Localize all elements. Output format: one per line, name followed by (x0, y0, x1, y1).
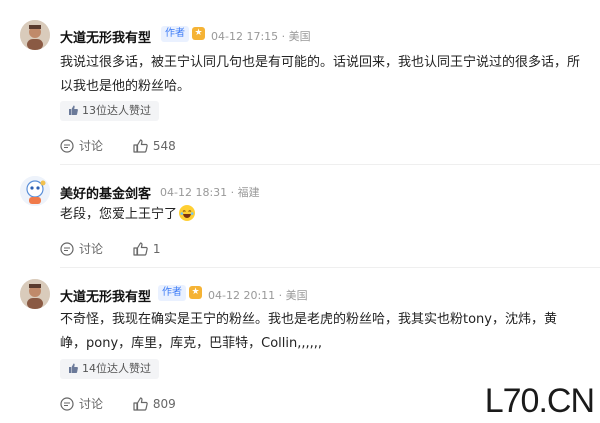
like-button[interactable]: 1 (133, 241, 161, 256)
meta-separator: · (230, 186, 238, 199)
comment-bubble-icon (60, 241, 74, 256)
like-count: 548 (152, 138, 176, 153)
avatar[interactable] (20, 279, 50, 309)
thumbs-up-icon (133, 138, 148, 153)
comment-bubble-icon (60, 396, 74, 411)
comment-text: 我说过很多话，被王宁认同几句也是有可能的。话说回来，我也认同王宁说过的很多话，所… (60, 55, 581, 94)
expert-likes-text: 13位达人赞过 (82, 104, 151, 117)
portrait-avatar (20, 20, 50, 50)
meta-separator: · (278, 289, 286, 302)
comment-time: 04-12 17:15 (211, 30, 279, 43)
discuss-label: 讨论 (79, 139, 104, 153)
author-name[interactable]: 大道无形我有型 (60, 27, 151, 46)
thumbs-up-icon (133, 241, 148, 256)
expert-likes-text: 14位达人赞过 (82, 362, 151, 375)
thumbs-up-icon (69, 363, 78, 373)
author-tag: 作者 (158, 285, 186, 301)
discuss-button[interactable]: 讨论 (60, 395, 103, 412)
portrait-avatar (20, 279, 50, 309)
discuss-button[interactable]: 讨论 (60, 240, 103, 257)
author-name[interactable]: 大道无形我有型 (60, 286, 151, 305)
comment-meta: 04-12 20:11 · 美国 (208, 287, 308, 303)
thumbs-up-icon (69, 105, 78, 115)
avatar[interactable] (20, 176, 50, 206)
comment-actions: 讨论 1 (60, 240, 186, 258)
watermark: L70.CN (484, 382, 595, 420)
comment-text: 老段，您爱上王宁了 (60, 203, 580, 227)
comment-actions: 讨论 809 (60, 395, 202, 413)
thumbs-up-icon (133, 396, 148, 411)
comment-actions: 讨论 548 (60, 137, 202, 155)
discuss-label: 讨论 (79, 397, 104, 411)
robot-avatar (20, 176, 50, 206)
discuss-button[interactable]: 讨论 (60, 137, 103, 154)
comment-time: 04-12 18:31 (160, 186, 228, 199)
comment-meta: 04-12 17:15 · 美国 (211, 28, 311, 44)
medal-icon: ★ (192, 27, 205, 40)
like-count: 809 (152, 396, 176, 411)
comment-location: 美国 (285, 289, 308, 302)
author-tag: 作者 (161, 26, 189, 42)
expert-likes-badge[interactable]: 13位达人赞过 (60, 101, 159, 121)
like-button[interactable]: 809 (133, 397, 176, 411)
medal-icon: ★ (189, 286, 202, 299)
comment-1: 大道无形我有型 作者 ★ 04-12 17:15 · 美国 我说过很多话，被王宁… (0, 0, 600, 165)
discuss-label: 讨论 (79, 242, 104, 256)
comment-text-body: 老段，您爱上王宁了 (60, 207, 178, 222)
comment-location: 福建 (237, 186, 260, 199)
comment-2: 美好的基金剑客 04-12 18:31 · 福建 老段，您爱上王宁了 讨论 1 (0, 165, 600, 268)
like-count: 1 (152, 241, 161, 256)
comment-time: 04-12 20:11 (208, 289, 276, 302)
author-name[interactable]: 美好的基金剑客 (60, 183, 151, 202)
comment-text: 不奇怪，我现在确实是王宁的粉丝。我也是老虎的粉丝哈，我其实也粉tony，沈炜，黄… (60, 312, 557, 351)
comment-meta: 04-12 18:31 · 福建 (160, 184, 260, 200)
like-button[interactable]: 548 (133, 139, 176, 153)
expert-likes-badge[interactable]: 14位达人赞过 (60, 359, 159, 379)
comment-bubble-icon (60, 138, 74, 153)
meta-separator: · (281, 30, 289, 43)
comment-location: 美国 (288, 30, 311, 43)
avatar[interactable] (20, 20, 50, 50)
laughing-emoji-icon (179, 205, 196, 221)
